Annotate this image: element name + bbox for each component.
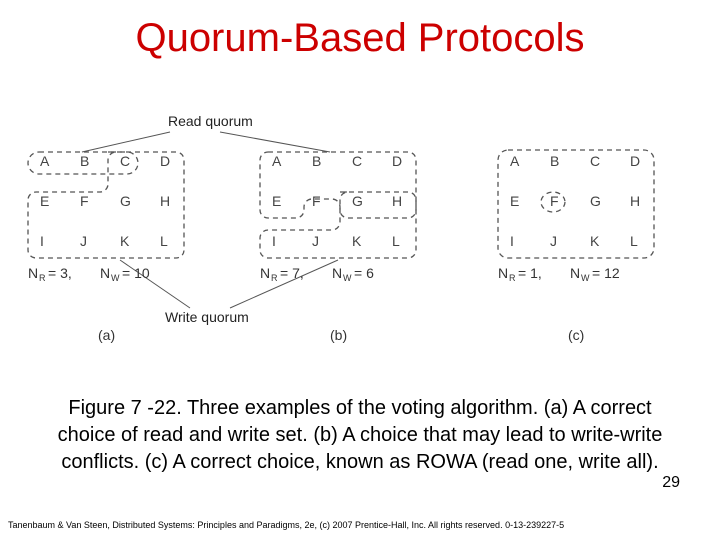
label-b: (b)	[330, 327, 347, 343]
svg-text:B: B	[312, 153, 321, 169]
svg-text:C: C	[120, 153, 130, 169]
figure-7-22: .nl{font-size:14px;fill:#444} .cap{font-…	[20, 110, 700, 370]
svg-text:I: I	[40, 233, 44, 249]
subfigure-c: A B C D E F G H I J K L N	[498, 150, 654, 343]
svg-text:D: D	[392, 153, 402, 169]
svg-text:C: C	[352, 153, 362, 169]
svg-text:J: J	[550, 233, 557, 249]
svg-text:R: R	[509, 273, 516, 283]
write-quorum-label: Write quorum	[165, 309, 249, 325]
svg-text:F: F	[550, 193, 559, 209]
subfigure-a: A B C D E F G H I J K L	[28, 152, 184, 343]
label-c: (c)	[568, 327, 584, 343]
svg-text:A: A	[510, 153, 520, 169]
svg-text:W: W	[581, 273, 590, 283]
svg-text:= 1,: = 1,	[518, 265, 542, 281]
svg-text:F: F	[312, 193, 321, 209]
copyright-line: Tanenbaum & Van Steen, Distributed Syste…	[8, 520, 564, 530]
svg-text:= 3,: = 3,	[48, 265, 72, 281]
svg-text:C: C	[590, 153, 600, 169]
svg-text:H: H	[630, 193, 640, 209]
svg-text:N: N	[260, 265, 270, 281]
svg-text:J: J	[312, 233, 319, 249]
slide-title: Quorum-Based Protocols	[0, 16, 720, 61]
page-number: 29	[662, 474, 680, 492]
svg-text:E: E	[272, 193, 281, 209]
svg-text:H: H	[392, 193, 402, 209]
subfigure-b: A B C D E F G H I J K L N	[260, 152, 416, 343]
figure-caption: Figure 7 -22. Three examples of the voti…	[40, 395, 680, 476]
read-quorum-label: Read quorum	[168, 113, 253, 129]
grid-a: A B C D E F G H I J K L	[40, 153, 170, 249]
svg-text:N: N	[332, 265, 342, 281]
svg-text:D: D	[630, 153, 640, 169]
svg-text:W: W	[111, 273, 120, 283]
svg-text:L: L	[630, 233, 638, 249]
quorum-diagram-svg: .nl{font-size:14px;fill:#444} .cap{font-…	[20, 110, 700, 370]
svg-text:B: B	[550, 153, 559, 169]
svg-text:I: I	[510, 233, 514, 249]
svg-text:I: I	[272, 233, 276, 249]
svg-text:K: K	[590, 233, 600, 249]
svg-text:A: A	[272, 153, 282, 169]
svg-text:A: A	[40, 153, 50, 169]
svg-text:= 7,: = 7,	[280, 265, 304, 281]
svg-text:K: K	[352, 233, 362, 249]
svg-text:D: D	[160, 153, 170, 169]
svg-text:= 6: = 6	[354, 265, 374, 281]
svg-text:= 10: = 10	[122, 265, 150, 281]
svg-text:R: R	[271, 273, 278, 283]
svg-text:H: H	[160, 193, 170, 209]
svg-text:R: R	[39, 273, 46, 283]
params-a: N R = 3, N W = 10	[28, 265, 150, 283]
slide: Quorum-Based Protocols .nl{font-size:14p…	[0, 0, 720, 540]
svg-text:L: L	[392, 233, 400, 249]
svg-text:E: E	[510, 193, 519, 209]
svg-text:G: G	[352, 193, 363, 209]
svg-text:N: N	[498, 265, 508, 281]
grid-c: A B C D E F G H I J K L	[510, 153, 640, 249]
label-a: (a)	[98, 327, 115, 343]
svg-text:F: F	[80, 193, 89, 209]
svg-text:W: W	[343, 273, 352, 283]
svg-text:J: J	[80, 233, 87, 249]
svg-text:N: N	[28, 265, 38, 281]
svg-text:L: L	[160, 233, 168, 249]
svg-text:E: E	[40, 193, 49, 209]
params-c: N R = 1, N W = 12	[498, 265, 620, 283]
params-b: N R = 7, N W = 6	[260, 265, 374, 283]
svg-text:K: K	[120, 233, 130, 249]
svg-text:G: G	[590, 193, 601, 209]
svg-text:N: N	[570, 265, 580, 281]
svg-text:B: B	[80, 153, 89, 169]
svg-text:= 12: = 12	[592, 265, 620, 281]
svg-text:N: N	[100, 265, 110, 281]
svg-text:G: G	[120, 193, 131, 209]
